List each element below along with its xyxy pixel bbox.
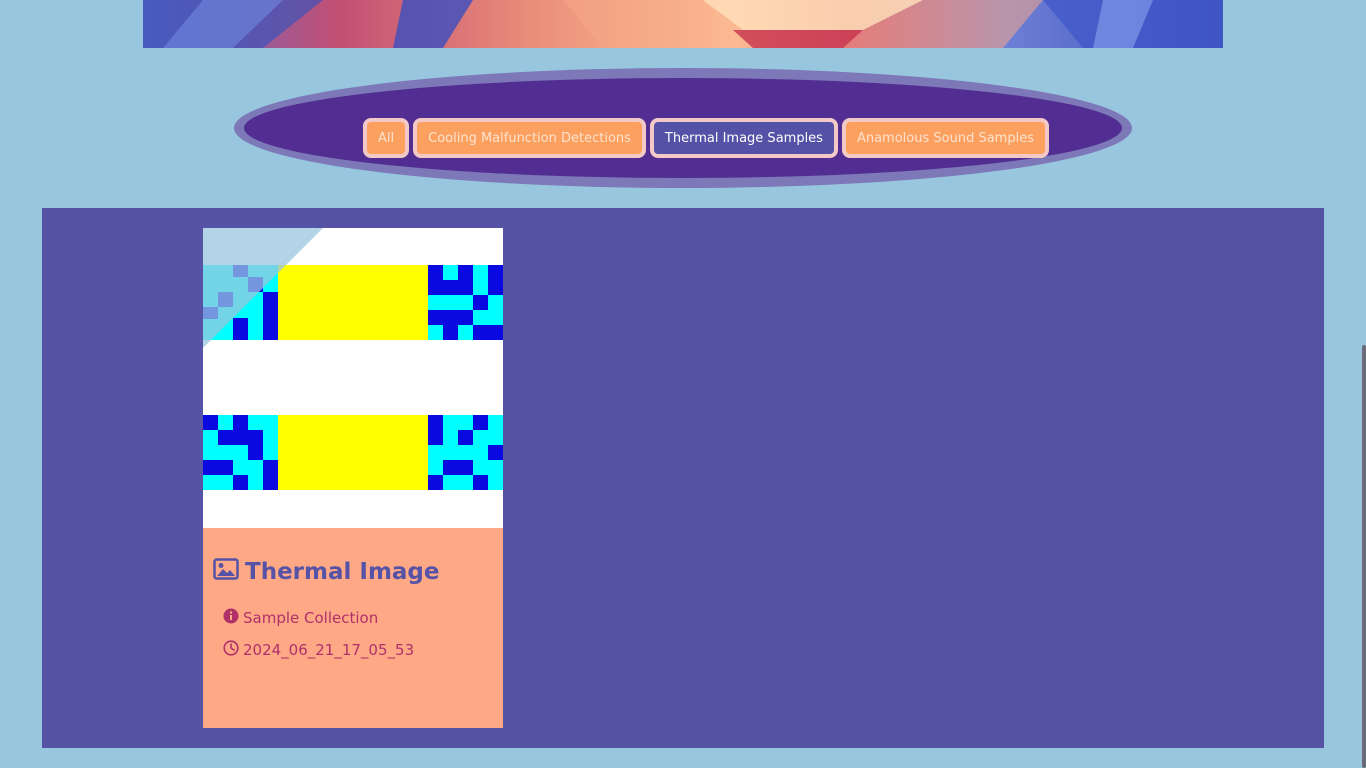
filter-cooling-malfunction-button[interactable]: Cooling Malfunction Detections: [413, 118, 646, 158]
card-timestamp: 2024_06_21_17_05_53: [223, 640, 414, 660]
thumbnail-corner-ribbon: [203, 228, 323, 348]
image-icon: [213, 558, 239, 586]
page-scrollbar[interactable]: [1362, 345, 1366, 768]
card-timestamp-text: 2024_06_21_17_05_53: [243, 641, 415, 659]
thermal-image-thumbnail[interactable]: [203, 228, 503, 528]
card-collection: Sample Collection: [223, 608, 378, 628]
card-title-text: Thermal Image: [245, 559, 440, 585]
card-title[interactable]: Thermal Image: [213, 558, 440, 586]
hero-banner-image: [143, 0, 1223, 48]
filter-bar: All Cooling Malfunction Detections Therm…: [234, 68, 1132, 188]
filter-anomalous-sound-button[interactable]: Anamolous Sound Samples: [841, 118, 1049, 158]
clock-icon: [223, 640, 239, 660]
info-icon: [223, 608, 239, 628]
card-collection-text: Sample Collection: [243, 609, 379, 627]
filter-thermal-image-button[interactable]: Thermal Image Samples: [649, 118, 838, 158]
filter-all-button[interactable]: All: [363, 118, 410, 158]
filter-buttons: All Cooling Malfunction Detections Therm…: [363, 118, 1049, 158]
gallery-panel: Thermal Image Sample Collection 2024_06_…: [42, 208, 1324, 748]
filter-bar-inner: All Cooling Malfunction Detections Therm…: [244, 78, 1122, 178]
sample-card[interactable]: Thermal Image Sample Collection 2024_06_…: [203, 228, 503, 728]
